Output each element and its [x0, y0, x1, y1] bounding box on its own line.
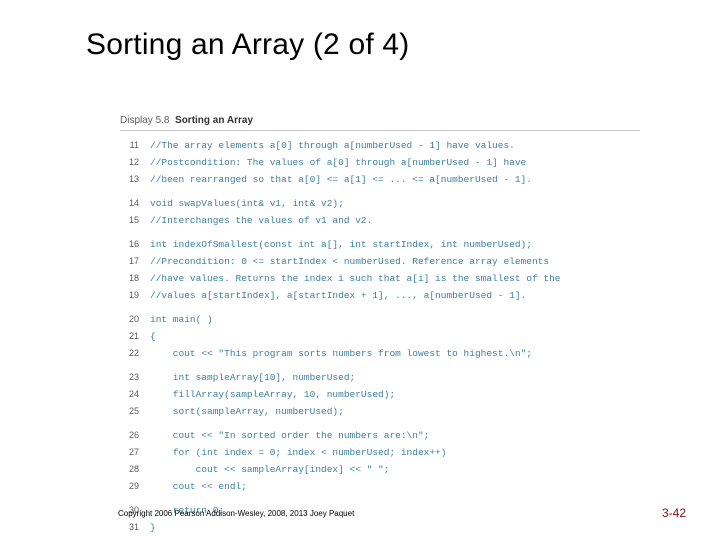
code-line: 11//The array elements a[0] through a[nu…	[120, 137, 561, 154]
code-line: 28 cout << sampleArray[index] << " ";	[120, 461, 561, 478]
code-line: 29 cout << endl;	[120, 478, 561, 495]
slide: Sorting an Array (2 of 4) Display 5.8 So…	[0, 0, 720, 540]
code-line: 22 cout << "This program sorts numbers f…	[120, 345, 561, 362]
code-line: 15//Interchanges the values of v1 and v2…	[120, 212, 561, 229]
code-display: Display 5.8 Sorting an Array 11//The arr…	[120, 115, 640, 536]
code-line: 19//values a[startIndex], a[startIndex +…	[120, 287, 561, 304]
code-line: 24 fillArray(sampleArray, 10, numberUsed…	[120, 386, 561, 403]
copyright-text: Copyright 2006 Pearson Addison-Wesley, 2…	[118, 509, 354, 518]
code-line: 13//been rearranged so that a[0] <= a[1]…	[120, 171, 561, 188]
code-line: 14void swapValues(int& v1, int& v2);	[120, 195, 561, 212]
code-line: 25 sort(sampleArray, numberUsed);	[120, 403, 561, 420]
display-caption: Sorting an Array	[175, 115, 253, 126]
code-line: 26 cout << "In sorted order the numbers …	[120, 427, 561, 444]
code-line: 20int main( )	[120, 311, 561, 328]
code-line: 12//Postcondition: The values of a[0] th…	[120, 154, 561, 171]
code-line: 31}	[120, 519, 561, 536]
code-line: 16int indexOfSmallest(const int a[], int…	[120, 236, 561, 253]
display-header: Display 5.8 Sorting an Array	[120, 115, 640, 126]
code-line: 21{	[120, 328, 561, 345]
code-line: 18//have values. Returns the index i suc…	[120, 270, 561, 287]
page-number: 3-42	[662, 506, 686, 520]
code-line: 27 for (int index = 0; index < numberUse…	[120, 444, 561, 461]
slide-title: Sorting an Array (2 of 4)	[86, 28, 410, 62]
code-line: 17//Precondition: 0 <= startIndex < numb…	[120, 253, 561, 270]
code-listing: 11//The array elements a[0] through a[nu…	[120, 137, 561, 536]
code-line: 23 int sampleArray[10], numberUsed;	[120, 369, 561, 386]
display-rule	[120, 130, 640, 131]
display-label: Display 5.8	[120, 115, 169, 126]
